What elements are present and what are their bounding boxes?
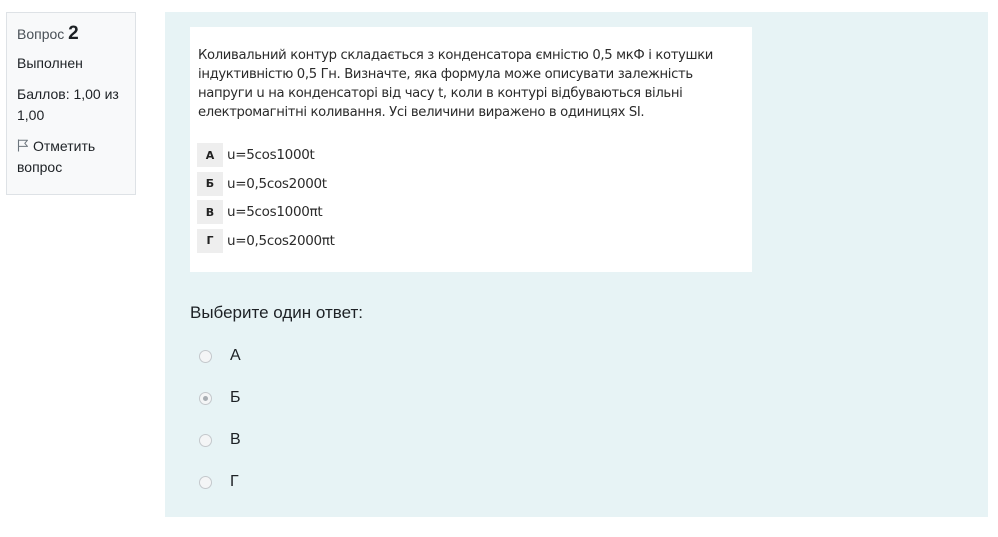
answer-label[interactable]: В bbox=[230, 431, 241, 449]
option-letter: А bbox=[197, 143, 223, 168]
question-state: Выполнен bbox=[17, 55, 83, 71]
answer-list: А Б В Г bbox=[199, 335, 241, 503]
answer-radio[interactable] bbox=[199, 433, 212, 447]
answer-radio[interactable] bbox=[199, 349, 212, 363]
question-options: А u=5cos1000t Б u=0,5cos2000t В u=5cos10… bbox=[197, 141, 335, 255]
answer-label[interactable]: А bbox=[230, 347, 241, 365]
question-number: Вопрос 2 bbox=[17, 23, 125, 45]
answer-option-a[interactable]: А bbox=[199, 335, 241, 377]
question-option: Г u=0,5cos2000πt bbox=[197, 227, 335, 256]
question-image: Коливальний контур складається з конденс… bbox=[190, 27, 752, 272]
answer-radio[interactable] bbox=[199, 391, 212, 405]
question-label: Вопрос bbox=[17, 26, 65, 42]
question-info-panel: Вопрос 2 Выполнен Баллов: 1,00 из 1,00 О… bbox=[6, 12, 136, 195]
question-number-value: 2 bbox=[68, 23, 79, 44]
flag-question-link[interactable]: Отметить вопрос bbox=[17, 136, 125, 178]
answer-radio[interactable] bbox=[199, 475, 212, 489]
option-letter: Б bbox=[197, 171, 223, 196]
option-formula: u=0,5cos2000πt bbox=[227, 232, 335, 249]
question-option: В u=5cos1000πt bbox=[197, 198, 335, 227]
option-letter: В bbox=[197, 200, 223, 225]
flag-icon bbox=[17, 139, 28, 152]
question-option: Б u=0,5cos2000t bbox=[197, 170, 335, 199]
answer-label[interactable]: Б bbox=[230, 389, 241, 407]
question-grade: Баллов: 1,00 из 1,00 bbox=[17, 86, 119, 123]
answer-option-b[interactable]: Б bbox=[199, 377, 241, 419]
question-text: Коливальний контур складається з конденс… bbox=[198, 48, 714, 120]
answer-label[interactable]: Г bbox=[230, 473, 239, 491]
option-formula: u=5cos1000πt bbox=[227, 204, 323, 221]
answer-prompt: Выберите один ответ: bbox=[190, 303, 363, 322]
option-letter: Г bbox=[197, 228, 223, 253]
answer-option-g[interactable]: Г bbox=[199, 461, 241, 503]
option-formula: u=0,5cos2000t bbox=[227, 175, 327, 192]
answer-option-v[interactable]: В bbox=[199, 419, 241, 461]
question-formulation: Коливальний контур складається з конденс… bbox=[165, 12, 988, 517]
option-formula: u=5cos1000t bbox=[227, 147, 315, 164]
question-option: А u=5cos1000t bbox=[197, 141, 335, 170]
